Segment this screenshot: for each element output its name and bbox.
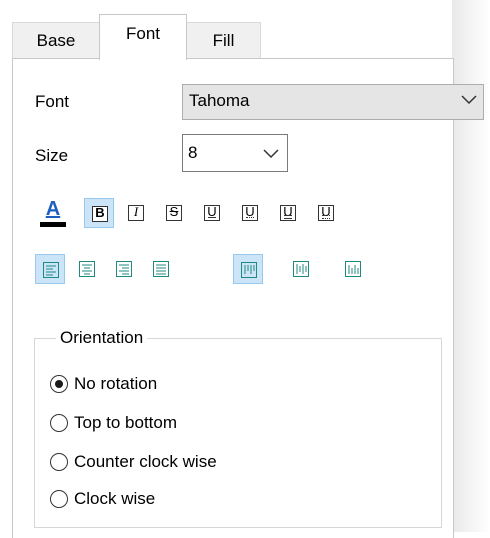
- font-color-icon: A: [40, 198, 66, 227]
- align-justify-button[interactable]: [146, 254, 176, 284]
- align-left-button[interactable]: [35, 254, 65, 284]
- italic-icon: I: [128, 204, 144, 221]
- italic-button[interactable]: I: [121, 198, 151, 228]
- align-center-icon: [79, 261, 95, 277]
- underline-button[interactable]: U: [197, 198, 227, 228]
- radio-counter-clock-wise-label: Counter clock wise: [74, 452, 217, 471]
- underline-wavy-button[interactable]: U: [311, 198, 341, 228]
- chevron-down-icon: [263, 149, 279, 159]
- window-edge-shadow: [452, 0, 490, 532]
- size-select-value: 8: [188, 143, 198, 162]
- radio-circle-checked[interactable]: [50, 375, 68, 393]
- bold-button[interactable]: B: [84, 198, 114, 228]
- valign-bottom-button[interactable]: [338, 254, 368, 284]
- tab-fill[interactable]: Fill: [186, 22, 261, 59]
- strikethrough-button[interactable]: S: [159, 198, 189, 228]
- size-label: Size: [35, 146, 69, 165]
- orientation-legend: Orientation: [56, 328, 148, 348]
- underline-wavy-icon: U: [318, 204, 334, 221]
- align-left-icon: [43, 262, 59, 278]
- bold-icon: B: [92, 205, 108, 222]
- valign-top-button[interactable]: [233, 254, 263, 284]
- valign-middle-icon: [293, 261, 309, 277]
- valign-bottom-icon: [345, 261, 361, 277]
- strikethrough-icon: S: [166, 204, 182, 221]
- underline-double-icon: U: [280, 204, 296, 221]
- align-right-icon: [116, 261, 132, 277]
- radio-circle[interactable]: [50, 490, 68, 508]
- underline-dotted-button[interactable]: U: [235, 198, 265, 228]
- radio-no-rotation-label: No rotation: [74, 374, 158, 393]
- valign-middle-button[interactable]: [286, 254, 316, 284]
- size-select[interactable]: 8: [182, 134, 288, 172]
- radio-circle[interactable]: [50, 414, 68, 432]
- underline-icon: U: [204, 204, 220, 221]
- chevron-down-icon: [461, 95, 477, 105]
- align-right-button[interactable]: [109, 254, 139, 284]
- font-color-button[interactable]: A: [38, 196, 68, 227]
- tab-base-label: Base: [36, 31, 76, 50]
- radio-circle[interactable]: [50, 453, 68, 471]
- font-select-value: Tahoma: [189, 91, 250, 110]
- tab-font-label: Font: [125, 24, 161, 43]
- align-center-button[interactable]: [72, 254, 102, 284]
- radio-clock-wise-label: Clock wise: [74, 489, 156, 508]
- format-dialog: Base Font Fill Font Tahoma Size 8 A B I: [0, 0, 490, 538]
- tab-font[interactable]: Font: [99, 14, 187, 60]
- tab-fill-label: Fill: [212, 31, 235, 50]
- valign-top-icon: [241, 262, 257, 278]
- font-select[interactable]: Tahoma: [182, 84, 484, 120]
- tab-base[interactable]: Base: [12, 22, 100, 59]
- font-label: Font: [35, 92, 70, 111]
- underline-double-button[interactable]: U: [273, 198, 303, 228]
- align-justify-icon: [153, 261, 169, 277]
- underline-dotted-icon: U: [242, 204, 258, 221]
- radio-top-to-bottom-label: Top to bottom: [74, 413, 178, 432]
